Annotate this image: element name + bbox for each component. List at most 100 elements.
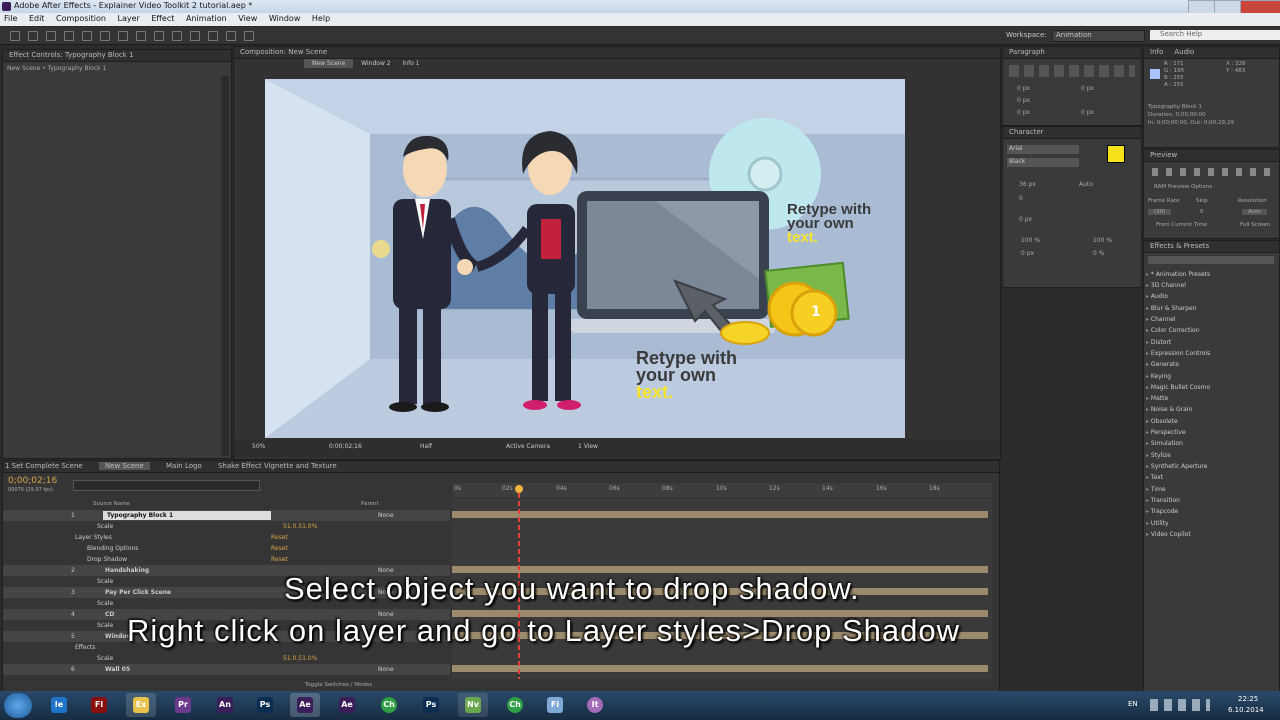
taskbar-app[interactable]: Nv	[458, 693, 488, 717]
menu-edit[interactable]: Edit	[29, 14, 45, 23]
taskbar-app[interactable]: Pr	[168, 693, 198, 717]
composition-viewer[interactable]: Retype with your own text. Retype with y…	[265, 79, 905, 438]
layer-name[interactable]: Handshaking	[105, 565, 149, 576]
leading-field[interactable]: Auto	[1079, 181, 1093, 188]
zoom-select[interactable]: 50%	[252, 443, 265, 450]
audio-tab[interactable]: Audio	[1174, 48, 1194, 56]
indent-left[interactable]: 0 px	[1017, 85, 1030, 92]
taskbar-app[interactable]: Ps	[416, 693, 446, 717]
effects-search-input[interactable]	[1148, 256, 1274, 264]
puppet-tool-icon[interactable]	[244, 31, 254, 41]
from-current-time-checkbox[interactable]: From Current Time	[1156, 222, 1207, 228]
property-value[interactable]: Reset	[271, 532, 288, 543]
table-row[interactable]: Drop Shadow Reset	[3, 554, 450, 565]
language-indicator[interactable]: EN	[1128, 700, 1138, 708]
taskbar-app[interactable]: It	[580, 693, 610, 717]
fx-item[interactable]: Simulation	[1146, 440, 1183, 447]
fx-item[interactable]: Stylize	[1146, 452, 1171, 459]
layer-bar[interactable]	[452, 665, 988, 672]
workspace-select[interactable]: Animation	[1052, 30, 1145, 42]
start-button[interactable]	[4, 693, 32, 718]
brush-tool-icon[interactable]	[172, 31, 182, 41]
clock-time[interactable]: 22:25	[1238, 695, 1258, 703]
indent-first[interactable]: 0 px	[1017, 97, 1030, 104]
playback-controls[interactable]	[1152, 168, 1272, 176]
effect-controls-tab[interactable]: Effect Controls: Typography Block 1	[3, 50, 231, 62]
view-select[interactable]: 1 View	[578, 443, 598, 450]
parent-select[interactable]: None	[378, 664, 394, 675]
mask-tool-icon[interactable]	[118, 31, 128, 41]
fx-item[interactable]: Channel	[1146, 316, 1176, 323]
fx-item[interactable]: Obsolete	[1146, 418, 1178, 425]
horizontal-scale-field[interactable]: 100 %	[1093, 237, 1112, 244]
baseline-shift-field[interactable]: 0 px	[1021, 250, 1034, 257]
frame-rate-select[interactable]: (30)	[1148, 209, 1172, 215]
property-value[interactable]: 51.0,51.0%	[283, 521, 317, 532]
property-value[interactable]: Reset	[271, 543, 288, 554]
comp-timecode[interactable]: 0;00;02;16	[329, 443, 362, 450]
full-screen-checkbox[interactable]: Full Screen	[1240, 222, 1270, 228]
menu-window[interactable]: Window	[269, 14, 301, 23]
taskbar-app[interactable]: Ae	[290, 693, 320, 717]
font-family-select[interactable]: Arial	[1007, 145, 1079, 154]
skip-field[interactable]: 0	[1200, 209, 1204, 215]
camera-select[interactable]: Active Camera	[506, 443, 550, 450]
minimize-button[interactable]	[1188, 0, 1216, 14]
timeline-search-input[interactable]	[73, 480, 260, 491]
pan-behind-tool-icon[interactable]	[100, 31, 110, 41]
ram-preview-options[interactable]: RAM Preview Options	[1154, 184, 1212, 190]
vertical-scale-field[interactable]: 100 %	[1021, 237, 1040, 244]
property-value[interactable]: 51.0,51.0%	[283, 653, 317, 664]
rotate-tool-icon[interactable]	[64, 31, 74, 41]
resolution-select-preview[interactable]: Auto	[1242, 209, 1267, 215]
timeline-tab-main-logo[interactable]: Main Logo	[166, 462, 202, 470]
fx-item[interactable]: Text	[1146, 474, 1163, 481]
maximize-button[interactable]	[1214, 0, 1242, 14]
timeline-tab-shake-effect[interactable]: Shake Effect Vignette and Texture	[218, 462, 337, 470]
menu-animation[interactable]: Animation	[186, 14, 227, 23]
property-value[interactable]: Reset	[271, 554, 288, 565]
fx-item[interactable]: Generate	[1146, 361, 1179, 368]
preview-tab[interactable]: Preview	[1144, 150, 1279, 162]
fill-color-swatch[interactable]	[1107, 145, 1125, 163]
fx-item[interactable]: Distort	[1146, 339, 1171, 346]
clone-tool-icon[interactable]	[190, 31, 200, 41]
resolution-select[interactable]: Half	[420, 443, 432, 450]
timeline-timecode[interactable]: 0;00;02;16	[8, 476, 57, 486]
taskbar-app[interactable]: Ae	[332, 693, 362, 717]
effect-controls-scrollbar[interactable]	[221, 76, 229, 456]
space-before[interactable]: 0 px	[1017, 109, 1030, 116]
tray-icons[interactable]	[1150, 699, 1210, 711]
taskbar-app[interactable]: Ch	[374, 693, 404, 717]
taskbar-app[interactable]: Ch	[500, 693, 530, 717]
fx-item[interactable]: Noise & Grain	[1146, 406, 1192, 413]
fx-item[interactable]: Synthetic Aperture	[1146, 463, 1208, 470]
table-row[interactable]: Scale 51.0,51.0%	[3, 521, 450, 532]
fx-item[interactable]: Trapcode	[1146, 508, 1178, 515]
menu-help[interactable]: Help	[312, 14, 330, 23]
menu-view[interactable]: View	[238, 14, 257, 23]
menu-effect[interactable]: Effect	[151, 14, 174, 23]
taskbar-app[interactable]: Fi	[540, 693, 570, 717]
table-row[interactable]: Layer Styles Reset	[3, 532, 450, 543]
font-style-select[interactable]: Black	[1007, 158, 1079, 167]
indent-right[interactable]: 0 px	[1081, 85, 1094, 92]
space-after[interactable]: 0 px	[1081, 109, 1094, 116]
layer-bar[interactable]	[452, 511, 988, 518]
camera-tool-icon[interactable]	[82, 31, 92, 41]
retype-text-block-bottom[interactable]: Retype with your own text.	[636, 349, 737, 401]
toggle-switches-modes[interactable]: Toggle Switches / Modes	[305, 682, 372, 688]
fx-item[interactable]: Blur & Sharpen	[1146, 305, 1197, 312]
flow-tab-window[interactable]: Window 2	[361, 60, 390, 67]
fx-item[interactable]: Matte	[1146, 395, 1168, 402]
fx-item[interactable]: 3D Channel	[1146, 282, 1186, 289]
fx-item[interactable]: Color Correction	[1146, 327, 1200, 334]
fx-item[interactable]: Transition	[1146, 497, 1180, 504]
roto-brush-icon[interactable]	[226, 31, 236, 41]
fx-item[interactable]: Time	[1146, 486, 1166, 493]
table-row[interactable]: 1 Typography Block 1 None	[3, 510, 450, 521]
timeline-tab-new-scene[interactable]: New Scene	[98, 462, 150, 470]
table-row[interactable]: Blending Options Reset	[3, 543, 450, 554]
search-help-input[interactable]: Search Help	[1150, 30, 1280, 40]
fx-item[interactable]: Video Copilot	[1146, 531, 1191, 538]
